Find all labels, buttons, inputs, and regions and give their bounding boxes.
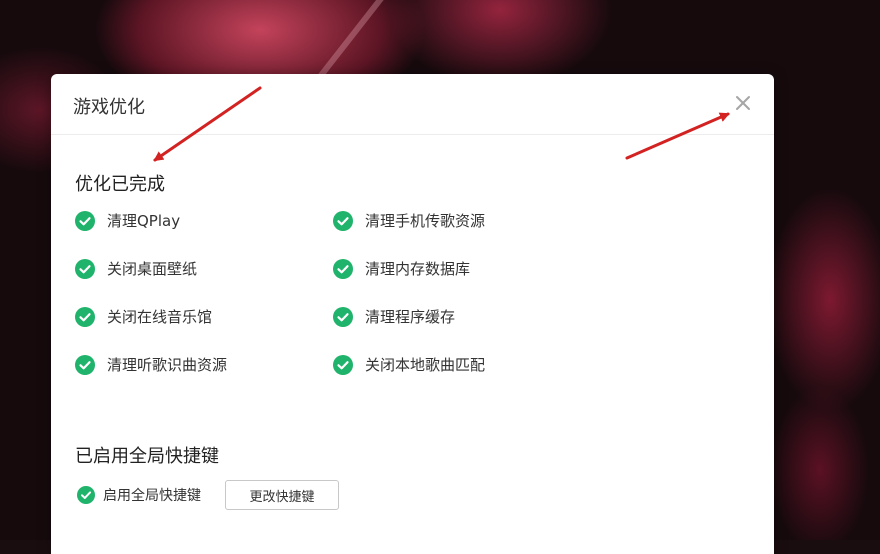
list-item: 关闭桌面壁纸 <box>75 258 197 279</box>
check-circle-icon <box>75 210 95 231</box>
check-circle-icon <box>75 258 95 279</box>
check-circle-icon <box>333 354 353 375</box>
item-label: 关闭在线音乐馆 <box>107 308 213 326</box>
dialog-title: 游戏优化 <box>73 97 145 118</box>
global-shortcut-label: 启用全局快捷键 <box>103 488 201 504</box>
item-label: 清理内存数据库 <box>365 260 471 278</box>
game-optimization-dialog: 游戏优化 优化已完成 清理QPlay 关闭桌面壁纸 关闭在线音乐馆 清理听歌识曲… <box>51 74 774 554</box>
list-item: 清理听歌识曲资源 <box>75 354 227 375</box>
list-item: 清理QPlay <box>75 210 180 231</box>
list-item: 清理程序缓存 <box>333 306 455 327</box>
item-label: 清理程序缓存 <box>365 308 456 326</box>
close-icon[interactable] <box>734 94 752 112</box>
item-label: 清理听歌识曲资源 <box>107 356 228 374</box>
global-shortcut-heading: 已启用全局快捷键 <box>75 446 219 467</box>
item-label: 清理QPlay <box>107 212 181 230</box>
check-circle-icon <box>75 306 95 327</box>
item-label: 关闭桌面壁纸 <box>107 260 198 278</box>
change-shortcut-button[interactable]: 更改快捷键 <box>225 480 339 510</box>
check-circle-icon <box>333 210 353 231</box>
item-label: 关闭本地歌曲匹配 <box>365 356 486 374</box>
item-label: 清理手机传歌资源 <box>365 212 486 230</box>
list-item: 关闭在线音乐馆 <box>75 306 212 327</box>
global-shortcut-row: 启用全局快捷键 更改快捷键 <box>77 480 339 510</box>
check-circle-icon <box>333 306 353 327</box>
optimization-complete-heading: 优化已完成 <box>75 174 165 195</box>
list-item: 清理内存数据库 <box>333 258 470 279</box>
check-circle-icon <box>333 258 353 279</box>
list-item: 关闭本地歌曲匹配 <box>333 354 485 375</box>
global-shortcut-checkbox[interactable] <box>77 486 95 504</box>
check-circle-icon <box>75 354 95 375</box>
dialog-header: 游戏优化 <box>51 74 774 135</box>
list-item: 清理手机传歌资源 <box>333 210 485 231</box>
